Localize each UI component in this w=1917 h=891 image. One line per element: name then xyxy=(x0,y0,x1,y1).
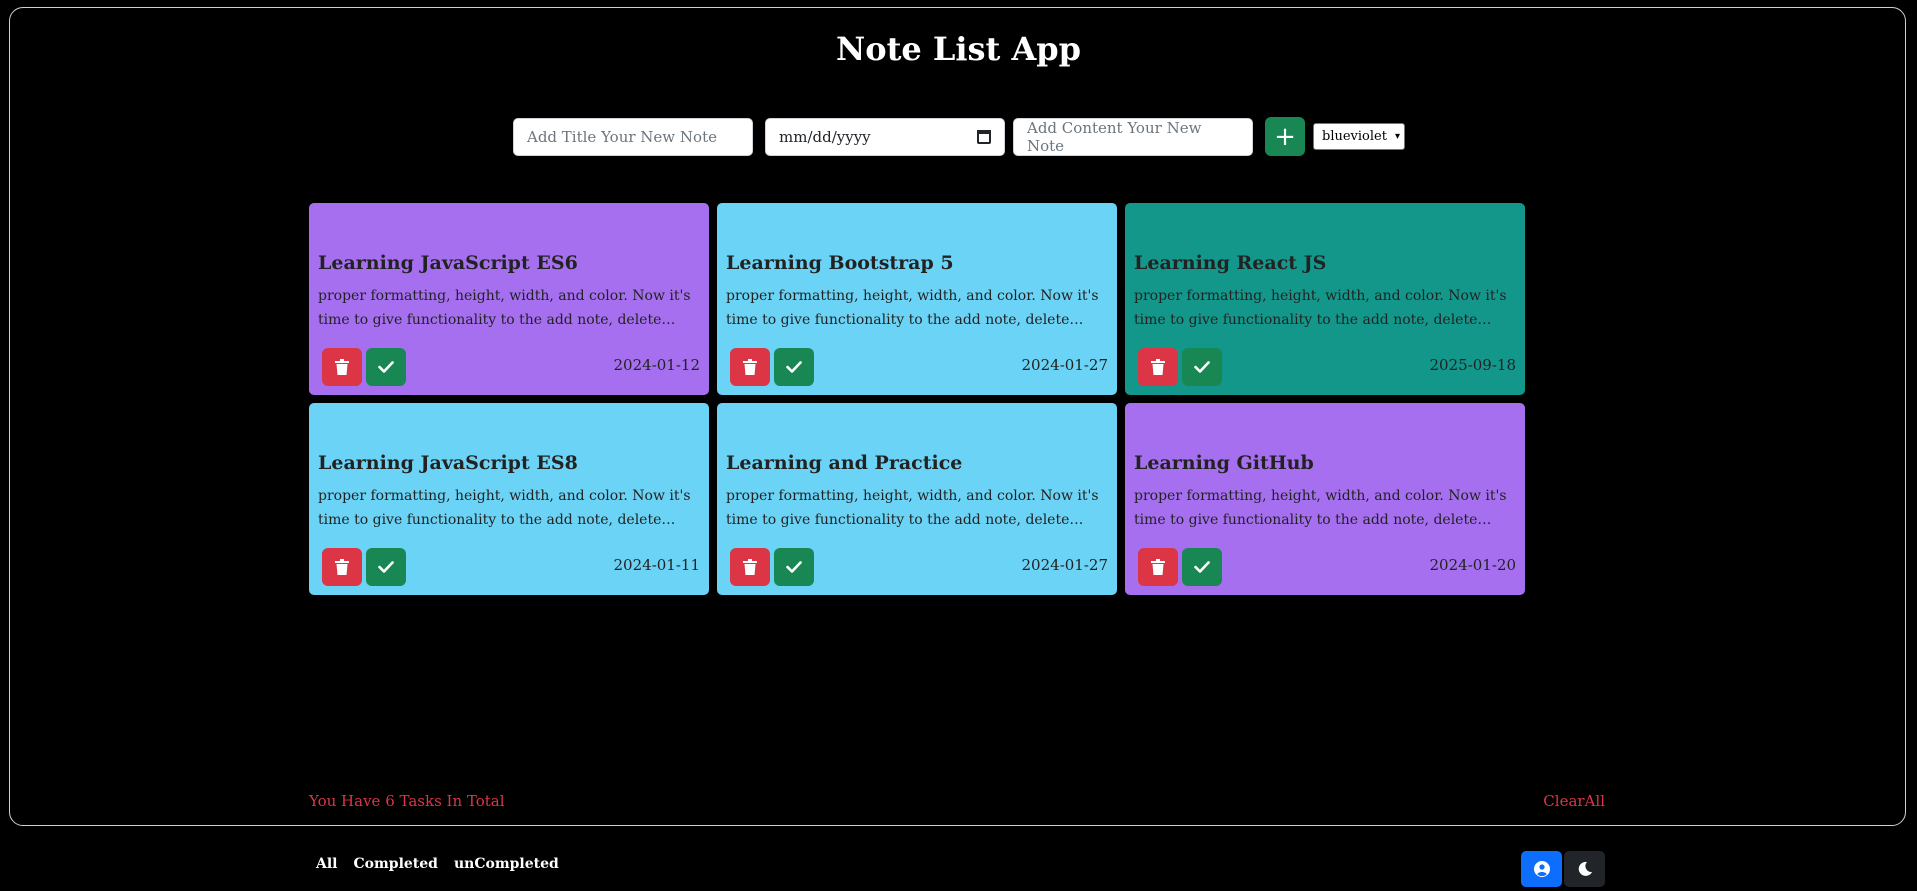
delete-note-button[interactable] xyxy=(322,348,362,386)
note-content: proper formatting, height, width, and co… xyxy=(1134,488,1507,528)
delete-note-button[interactable] xyxy=(1138,348,1178,386)
note-actions xyxy=(1138,548,1222,586)
filter-tabs: All Completed unCompleted xyxy=(316,856,559,872)
note-actions xyxy=(1138,348,1222,386)
user-circle-icon xyxy=(1533,861,1550,877)
complete-note-button[interactable] xyxy=(774,348,814,386)
trash-icon xyxy=(1151,559,1165,575)
color-select[interactable]: blueviolet ▾ xyxy=(1313,123,1405,150)
note-date-input[interactable]: mm/dd/yyyy xyxy=(765,117,1005,156)
plus-icon: + xyxy=(1274,121,1296,152)
note-content: proper formatting, height, width, and co… xyxy=(726,288,1099,328)
check-icon xyxy=(1194,561,1210,573)
check-icon xyxy=(1194,361,1210,373)
note-date: 2024-01-27 xyxy=(1021,556,1108,574)
delete-note-button[interactable] xyxy=(730,548,770,586)
note-card: Learning React JS proper formatting, hei… xyxy=(1125,203,1525,395)
theme-toggle-button[interactable] xyxy=(1564,851,1605,887)
complete-note-button[interactable] xyxy=(1182,348,1222,386)
note-content: proper formatting, height, width, and co… xyxy=(318,488,691,528)
check-icon xyxy=(786,561,802,573)
note-title-placeholder: Add Title Your New Note xyxy=(527,127,717,146)
note-date: 2024-01-12 xyxy=(613,356,700,374)
note-content: proper formatting, height, width, and co… xyxy=(1134,288,1507,328)
tasks-summary: You Have 6 Tasks In Total xyxy=(309,792,505,810)
note-card: Learning Bootstrap 5 proper formatting, … xyxy=(717,203,1117,395)
complete-note-button[interactable] xyxy=(774,548,814,586)
delete-note-button[interactable] xyxy=(730,348,770,386)
note-date: 2024-01-27 xyxy=(1021,356,1108,374)
filter-completed[interactable]: Completed xyxy=(354,856,438,872)
note-title: Learning React JS xyxy=(1134,252,1327,274)
toolbar-toggles xyxy=(1521,851,1605,887)
complete-note-button[interactable] xyxy=(1182,548,1222,586)
note-actions xyxy=(730,548,814,586)
note-title: Learning JavaScript ES6 xyxy=(318,252,578,274)
note-title-input[interactable]: Add Title Your New Note xyxy=(513,117,753,156)
trash-icon xyxy=(1151,359,1165,375)
calendar-icon[interactable] xyxy=(977,129,991,144)
trash-icon xyxy=(743,359,757,375)
note-content-placeholder: Add Content Your New Note xyxy=(1027,118,1202,155)
trash-icon xyxy=(743,559,757,575)
note-card: Learning and Practice proper formatting,… xyxy=(717,403,1117,595)
new-note-form: Add Title Your New Note mm/dd/yyyy Add C… xyxy=(513,117,1405,156)
note-content-input[interactable]: Add Content Your New Note xyxy=(1013,117,1253,156)
delete-note-button[interactable] xyxy=(322,548,362,586)
chevron-down-icon: ▾ xyxy=(1394,131,1400,142)
note-actions xyxy=(322,548,406,586)
note-title: Learning Bootstrap 5 xyxy=(726,252,954,274)
filter-uncompleted[interactable]: unCompleted xyxy=(454,856,559,872)
moon-icon xyxy=(1578,861,1592,876)
check-icon xyxy=(378,361,394,373)
trash-icon xyxy=(335,559,349,575)
filter-all[interactable]: All xyxy=(316,856,338,872)
note-actions xyxy=(730,348,814,386)
note-title: Learning GitHub xyxy=(1134,452,1314,474)
note-date-placeholder: mm/dd/yyyy xyxy=(779,127,871,146)
note-date: 2024-01-11 xyxy=(613,556,700,574)
delete-note-button[interactable] xyxy=(1138,548,1178,586)
note-date: 2025-09-18 xyxy=(1429,356,1516,374)
complete-note-button[interactable] xyxy=(366,348,406,386)
page-title: Note List App xyxy=(835,30,1082,68)
note-content: proper formatting, height, width, and co… xyxy=(726,488,1099,528)
color-select-value: blueviolet xyxy=(1322,129,1387,144)
note-title: Learning and Practice xyxy=(726,452,963,474)
trash-icon xyxy=(335,359,349,375)
add-note-button[interactable]: + xyxy=(1265,117,1305,156)
note-content: proper formatting, height, width, and co… xyxy=(318,288,691,328)
check-icon xyxy=(786,361,802,373)
note-title: Learning JavaScript ES8 xyxy=(318,452,578,474)
note-actions xyxy=(322,348,406,386)
note-card: Learning JavaScript ES8 proper formattin… xyxy=(309,403,709,595)
note-card: Learning GitHub proper formatting, heigh… xyxy=(1125,403,1525,595)
notes-grid: Learning JavaScript ES6 proper formattin… xyxy=(309,203,1525,595)
note-date: 2024-01-20 xyxy=(1429,556,1516,574)
profile-button[interactable] xyxy=(1521,851,1562,887)
complete-note-button[interactable] xyxy=(366,548,406,586)
clear-all-link[interactable]: ClearAll xyxy=(1543,792,1605,810)
check-icon xyxy=(378,561,394,573)
note-card: Learning JavaScript ES6 proper formattin… xyxy=(309,203,709,395)
